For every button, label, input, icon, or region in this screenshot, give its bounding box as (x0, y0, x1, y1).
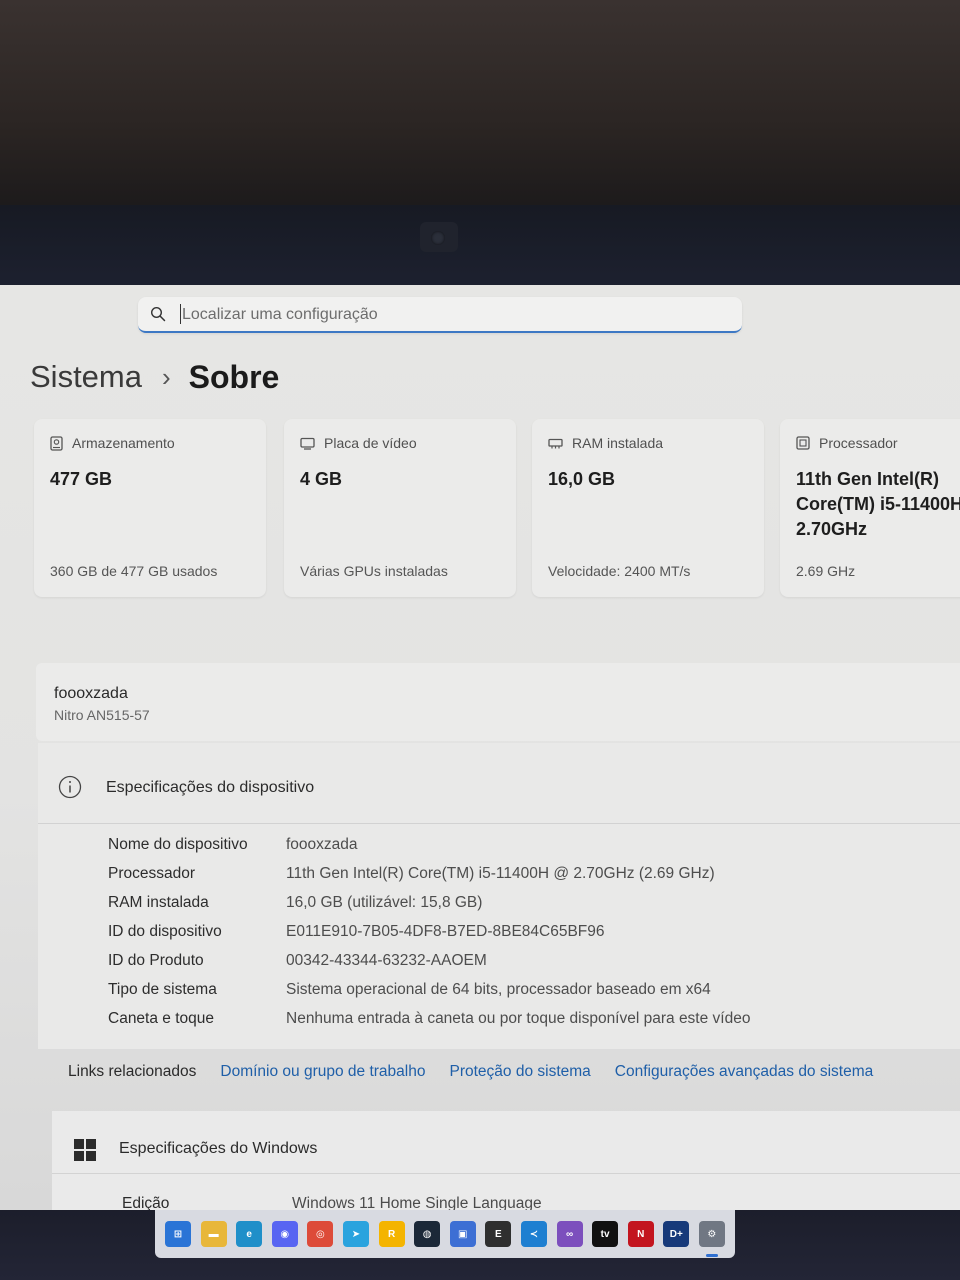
chrome-icon[interactable]: ◎ (307, 1221, 334, 1247)
related-links: Links relacionados Domínio ou grupo de t… (68, 1063, 897, 1081)
disney-plus-icon[interactable]: D+ (663, 1221, 690, 1247)
processor-icon (796, 436, 810, 450)
gpu-icon (300, 437, 315, 450)
webcam-lens (431, 231, 445, 245)
card-value: 4 GB (300, 469, 343, 489)
spec-label: ID do Produto (108, 952, 204, 969)
spec-label: Processador (108, 865, 196, 882)
laptop-bezel (0, 205, 960, 290)
divider (52, 1173, 960, 1174)
processor-line: Core(TM) i5-11400H (796, 494, 960, 514)
vscode-icon[interactable]: ≺ (520, 1221, 547, 1247)
processor-line: 11th Gen Intel(R) (796, 469, 940, 489)
card-subtitle: 2.69 GHz (796, 563, 856, 579)
storage-card[interactable]: Armazenamento 477 GB 360 GB de 477 GB us… (34, 419, 266, 597)
taskbar: ⊞ ▬ e ◉ ◎ ➤ R ◍ ▣ E ≺ ∞ tv N D+ ⚙ (155, 1210, 735, 1258)
search-input[interactable] (180, 301, 724, 329)
spec-label: ID do dispositivo (108, 923, 222, 940)
file-explorer-icon[interactable]: ▬ (200, 1221, 227, 1247)
spec-value[interactable]: Nenhuma entrada à caneta ou por toque di… (286, 1010, 750, 1034)
spec-value[interactable]: 16,0 GB (utilizável: 15,8 GB) (286, 894, 482, 918)
settings-icon[interactable]: ⚙ (698, 1221, 725, 1257)
search-icon[interactable] (150, 306, 166, 322)
visual-studio-icon[interactable]: ∞ (556, 1221, 583, 1247)
card-value: 11th Gen Intel(R) Core(TM) i5-11400H 2.7… (796, 467, 960, 542)
link-domain-workgroup[interactable]: Domínio ou grupo de trabalho (220, 1063, 425, 1081)
spec-label: Nome do dispositivo (108, 836, 248, 853)
related-links-label: Links relacionados (68, 1063, 197, 1080)
windows-specs-title[interactable]: Especificações do Windows (119, 1140, 317, 1158)
page-title: Sobre (188, 358, 280, 395)
steam-icon[interactable]: ◍ (414, 1221, 441, 1247)
device-name-panel[interactable]: foooxzada Nitro AN515-57 (36, 663, 960, 741)
breadcrumb-parent-link[interactable]: Sistema (30, 359, 142, 395)
spec-value[interactable]: 11th Gen Intel(R) Core(TM) i5-11400H @ 2… (286, 865, 715, 889)
rockstar-icon[interactable]: R (378, 1221, 405, 1247)
spec-row: RAM instalada 16,0 GB (utilizável: 15,8 … (108, 894, 482, 918)
processor-card[interactable]: Processador 11th Gen Intel(R) Core(TM) i… (780, 419, 960, 597)
epic-games-icon[interactable]: E (485, 1221, 512, 1247)
spec-row: Caneta e toque Nenhuma entrada à caneta … (108, 1010, 750, 1034)
link-advanced-system-settings[interactable]: Configurações avançadas do sistema (615, 1063, 873, 1081)
device-model: Nitro AN515-57 (54, 707, 150, 723)
chevron-right-icon: › (161, 361, 171, 392)
spec-label: Caneta e toque (108, 1010, 215, 1027)
text-caret (180, 304, 181, 324)
spec-value[interactable]: 00342-43344-63232-AAOEM (286, 952, 487, 976)
card-title: Placa de vídeo (324, 435, 417, 451)
apple-tv-icon[interactable]: tv (592, 1221, 619, 1247)
spec-row: Processador 11th Gen Intel(R) Core(TM) i… (108, 865, 715, 889)
ram-icon (548, 438, 563, 448)
card-value: 16,0 GB (548, 469, 616, 489)
storage-icon (50, 435, 63, 451)
breadcrumb: Sistema › Sobre (30, 355, 279, 399)
spec-label: Edição (122, 1195, 170, 1210)
card-title: Armazenamento (72, 435, 175, 451)
card-subtitle: 360 GB de 477 GB usados (50, 563, 218, 579)
spec-row: Nome do dispositivo foooxzada (108, 836, 358, 860)
processor-line: 2.70GHz (796, 519, 868, 539)
windows-logo-icon (74, 1139, 96, 1161)
device-name: foooxzada (54, 685, 128, 702)
spec-row: Edição Windows 11 Home Single Language (122, 1195, 542, 1210)
telegram-icon[interactable]: ➤ (342, 1221, 369, 1247)
device-specs-header[interactable]: Especificações do dispositivo (38, 743, 960, 824)
spec-row: Tipo de sistema Sistema operacional de 6… (108, 981, 711, 1005)
spec-value[interactable]: Sistema operacional de 64 bits, processa… (286, 981, 711, 1005)
discord-icon[interactable]: ◉ (271, 1221, 298, 1247)
link-system-protection[interactable]: Proteção do sistema (449, 1063, 590, 1081)
spec-value[interactable]: foooxzada (286, 836, 358, 860)
spec-row: ID do Produto 00342-43344-63232-AAOEM (108, 952, 487, 976)
store-icon[interactable]: ▣ (449, 1221, 476, 1247)
settings-window: Sistema › Sobre Armazenamento 477 GB 360… (0, 285, 960, 1210)
edge-icon[interactable]: e (236, 1221, 263, 1247)
gpu-card[interactable]: Placa de vídeo 4 GB Várias GPUs instalad… (284, 419, 516, 597)
spec-value[interactable]: E011E910-7B05-4DF8-B7ED-8BE84C65BF96 (286, 923, 605, 947)
ram-card[interactable]: RAM instalada 16,0 GB Velocidade: 2400 M… (532, 419, 764, 597)
background-room (0, 0, 960, 210)
spec-value[interactable]: Windows 11 Home Single Language (292, 1195, 542, 1210)
card-value: 477 GB (50, 469, 113, 489)
netflix-icon[interactable]: N (627, 1221, 654, 1247)
windows-start-icon[interactable]: ⊞ (165, 1221, 191, 1247)
card-subtitle: Velocidade: 2400 MT/s (548, 563, 691, 579)
device-specs-title: Especificações do dispositivo (106, 779, 315, 796)
device-specs-panel: Especificações do dispositivo Nome do di… (38, 743, 960, 1049)
card-subtitle: Várias GPUs instaladas (300, 563, 448, 579)
card-title: Processador (819, 435, 898, 451)
spec-row: ID do dispositivo E011E910-7B05-4DF8-B7E… (108, 923, 605, 947)
search-box[interactable] (138, 297, 742, 333)
info-icon (58, 775, 82, 799)
windows-specs-panel: Especificações do Windows Edição Windows… (52, 1111, 960, 1210)
spec-label: RAM instalada (108, 894, 209, 911)
card-title: RAM instalada (572, 435, 664, 451)
spec-label: Tipo de sistema (108, 981, 217, 998)
